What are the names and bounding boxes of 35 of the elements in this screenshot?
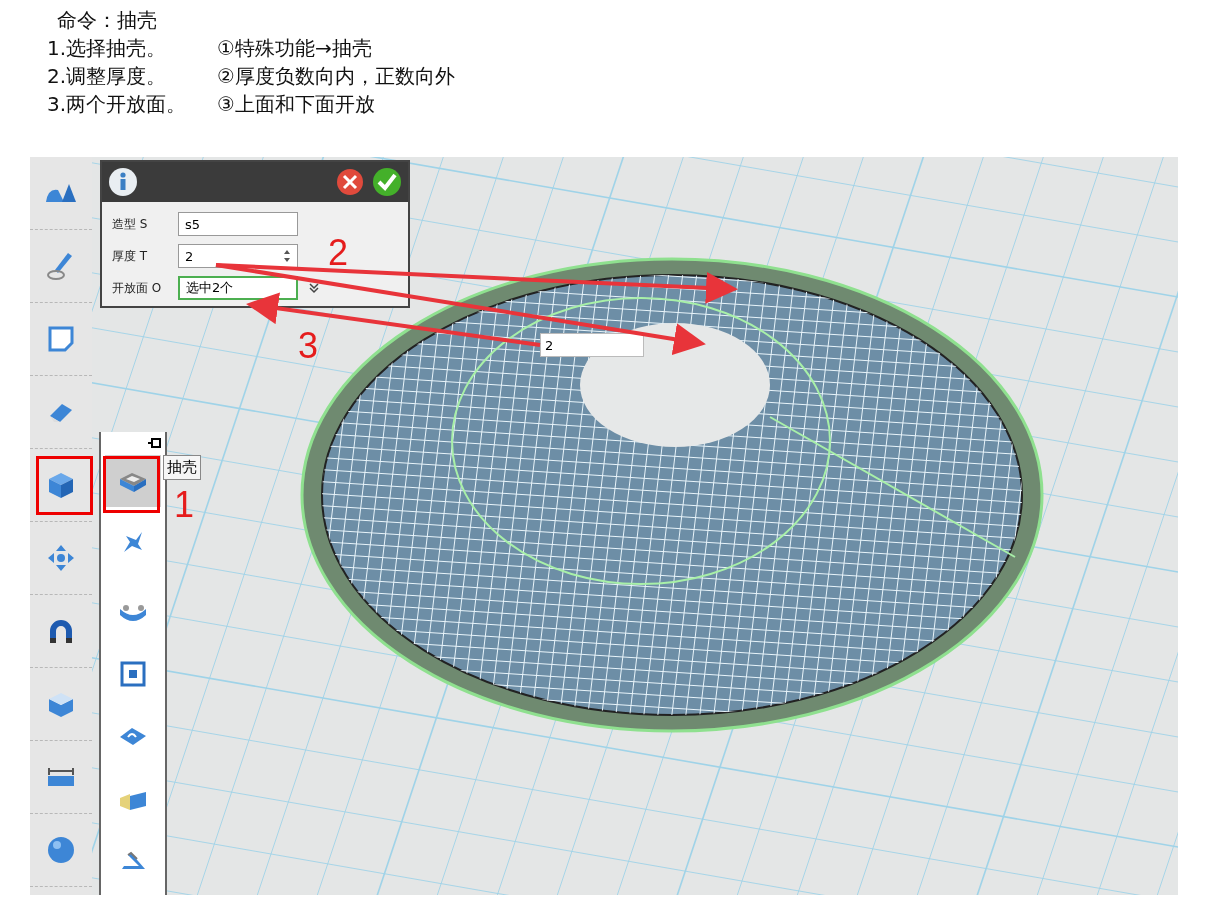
instruction-title: 命令：抽壳 <box>56 7 158 34</box>
square-frame-icon <box>120 661 146 687</box>
cube-icon <box>47 471 75 499</box>
ruler-icon <box>46 766 76 788</box>
step-note: ②厚度负数向内，正数向外 <box>217 63 456 90</box>
step-note: ①特殊功能→抽壳 <box>217 35 373 62</box>
tooltip: 抽壳 <box>163 455 201 480</box>
box-icon <box>47 691 75 717</box>
step-number: 3 <box>298 325 319 367</box>
close-icon[interactable] <box>336 168 364 196</box>
pin-icon <box>147 437 161 449</box>
thickness-spinner[interactable]: 2 <box>178 244 298 268</box>
wave-surface-icon <box>118 725 148 747</box>
info-icon <box>108 167 138 197</box>
field-label: 开放面 O <box>112 279 163 297</box>
step-note: ③上面和下面开放 <box>217 91 376 118</box>
move-arrows-icon <box>47 544 75 572</box>
input-field[interactable]: s5 <box>178 212 298 236</box>
highlight-frame <box>36 456 93 515</box>
expand-chevrons-icon[interactable] <box>308 282 320 294</box>
magnet-icon <box>47 617 75 645</box>
step-number: 2 <box>328 232 349 274</box>
square-sketch-icon <box>47 325 75 353</box>
step-text: 1.选择抽壳。 <box>47 35 168 62</box>
spin-arrows-icon[interactable] <box>283 249 291 263</box>
confirm-check-icon[interactable] <box>372 167 402 197</box>
step-text: 3.两个开放面。 <box>47 91 188 118</box>
faces-select[interactable]: 选中2个 <box>178 276 298 300</box>
sphere-icon <box>46 835 76 865</box>
step-number: 1 <box>174 484 195 526</box>
highlight-frame <box>103 456 160 513</box>
thickness-input-field[interactable]: 2 <box>540 333 644 357</box>
step-text: 2.调整厚度。 <box>47 63 168 90</box>
field-label: 厚度 T <box>112 247 149 265</box>
field-label: 造型 S <box>112 215 149 233</box>
